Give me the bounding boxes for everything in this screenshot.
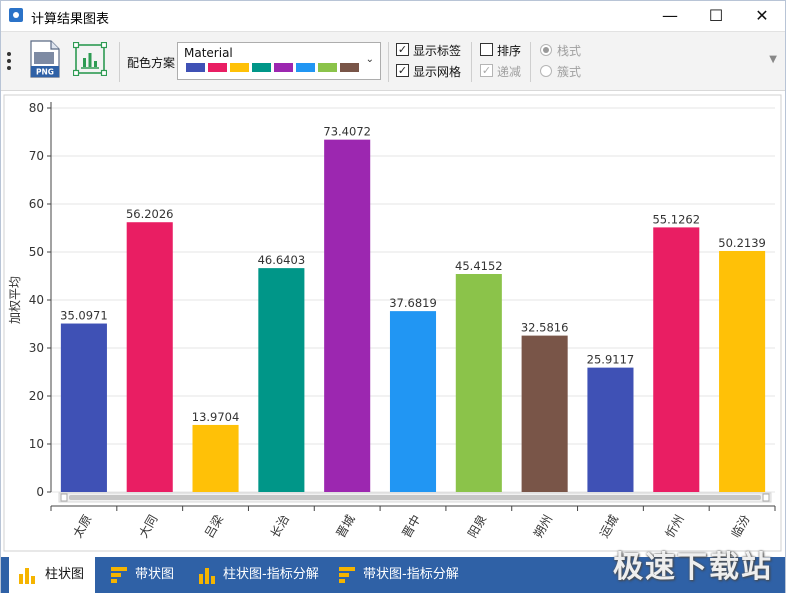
tab-label: 柱状图 <box>45 567 85 582</box>
color-swatch <box>318 63 337 72</box>
color-swatch <box>230 63 249 72</box>
toolbar-separator <box>471 42 472 82</box>
bar-value-label: 56.2026 <box>126 207 174 221</box>
minimize-button[interactable]: — <box>647 1 693 31</box>
bar <box>60 323 107 492</box>
bar-value-label: 25.9117 <box>587 353 635 367</box>
toolbar-separator <box>530 42 531 82</box>
chevron-down-icon: ⌄ <box>365 54 374 65</box>
chart-area: 0 10 20 30 40 50 60 70 80 加权平均 35.0971 56.2026 13.97… <box>3 93 783 555</box>
bar-chart: 0 10 20 30 40 50 60 70 80 加权平均 35.0971 56.2026 13.97… <box>3 94 782 552</box>
tab-label: 带状图-指标分解 <box>363 567 459 582</box>
y-axis-title: 加权平均 <box>8 276 22 324</box>
bar <box>324 139 371 492</box>
sort-checkbox[interactable] <box>480 43 493 56</box>
chart-view-button[interactable] <box>72 41 108 77</box>
chart-window: 计算结果图表 — ☐ ✕ PNG 配色方案 Material ⌄ ✓ 显示标签 … <box>0 0 786 593</box>
bar-chart-icon <box>72 41 108 77</box>
color-swatch <box>274 63 293 72</box>
tab-bar-chart[interactable]: 柱状图 <box>9 557 95 593</box>
bar <box>521 335 568 492</box>
color-scheme-label: 配色方案 <box>127 56 176 70</box>
bar <box>258 268 305 492</box>
toolbar: PNG 配色方案 Material ⌄ ✓ 显示标签 ✓ 显示网格 排序 ✓ 递… <box>1 31 785 91</box>
color-scheme-swatches <box>186 63 362 73</box>
bar-value-label: 45.4152 <box>455 259 503 273</box>
bar-chart-icon <box>199 568 215 584</box>
descending-checkbox[interactable]: ✓ <box>480 64 493 77</box>
show-grid-label: 显示网格 <box>413 65 462 79</box>
title-bar: 计算结果图表 — ☐ ✕ <box>1 1 785 31</box>
bar-value-label: 32.5816 <box>521 321 569 335</box>
color-scheme-dropdown[interactable]: Material ⌄ <box>177 42 381 80</box>
bar <box>389 311 437 492</box>
y-tick-label: 40 <box>29 293 44 307</box>
y-tick-label: 50 <box>29 245 44 259</box>
color-swatch <box>340 63 359 72</box>
close-button[interactable]: ✕ <box>739 1 785 31</box>
bar <box>587 367 634 492</box>
color-swatch <box>252 63 271 72</box>
show-labels-label: 显示标签 <box>413 44 462 58</box>
bar <box>192 424 239 492</box>
color-swatch <box>208 63 227 72</box>
png-file-icon: PNG <box>30 40 60 78</box>
horizontal-bar-chart-icon <box>339 567 355 583</box>
tab-strip-chart[interactable]: 带状图 <box>101 557 191 593</box>
color-scheme-value: Material <box>184 46 233 60</box>
toolbar-separator <box>119 42 120 82</box>
toolbar-grip-icon[interactable] <box>7 52 11 70</box>
sort-label: 排序 <box>497 44 522 58</box>
tab-strip-chart-breakdown[interactable]: 带状图-指标分解 <box>329 557 469 593</box>
scrollbar-left-handle <box>60 493 68 502</box>
bar-value-label: 73.4072 <box>323 125 371 139</box>
tab-bar-chart-breakdown[interactable]: 柱状图-指标分解 <box>189 557 329 593</box>
export-png-button[interactable]: PNG <box>29 40 61 78</box>
maximize-button[interactable]: ☐ <box>693 1 739 31</box>
bar-value-label: 13.9704 <box>192 410 240 424</box>
descending-label: 递减 <box>497 65 522 79</box>
svg-text:PNG: PNG <box>36 68 54 77</box>
bar <box>719 250 766 492</box>
watermark: 极速下载站 <box>613 550 773 585</box>
y-tick-label: 10 <box>29 437 44 451</box>
bar-value-label: 55.1262 <box>652 212 700 226</box>
tab-label: 柱状图-指标分解 <box>223 567 319 582</box>
show-labels-checkbox[interactable]: ✓ <box>396 43 409 56</box>
stacked-radio[interactable] <box>540 44 552 56</box>
horizontal-bar-chart-icon <box>111 567 127 583</box>
toolbar-separator <box>388 42 389 82</box>
y-tick-label: 0 <box>36 485 44 499</box>
window-title: 计算结果图表 <box>31 12 110 27</box>
bar-chart-icon <box>19 568 35 584</box>
y-tick-label: 20 <box>29 389 44 403</box>
color-swatch <box>186 63 205 72</box>
y-tick-label: 30 <box>29 341 44 355</box>
toolbar-overflow-icon[interactable]: ▼ <box>769 54 777 65</box>
tab-label: 带状图 <box>135 567 175 582</box>
stacked-label: 栈式 <box>557 44 582 58</box>
scrollbar-thumb <box>69 495 761 500</box>
bar-value-label: 35.0971 <box>60 309 108 323</box>
bar <box>126 222 173 492</box>
bar-value-label: 46.6403 <box>258 253 306 267</box>
y-tick-label: 60 <box>29 197 44 211</box>
y-tick-label: 70 <box>29 149 44 163</box>
app-icon <box>9 8 23 22</box>
bar-value-label: 37.6819 <box>389 296 437 310</box>
clustered-radio[interactable] <box>540 65 552 77</box>
bar <box>653 227 700 493</box>
color-swatch <box>296 63 315 72</box>
y-tick-label: 80 <box>29 101 44 115</box>
bar-value-label: 50.2139 <box>718 236 766 250</box>
bar <box>455 274 502 492</box>
scrollbar-right-handle <box>762 493 770 502</box>
clustered-label: 簇式 <box>557 65 582 79</box>
show-grid-checkbox[interactable]: ✓ <box>396 64 409 77</box>
